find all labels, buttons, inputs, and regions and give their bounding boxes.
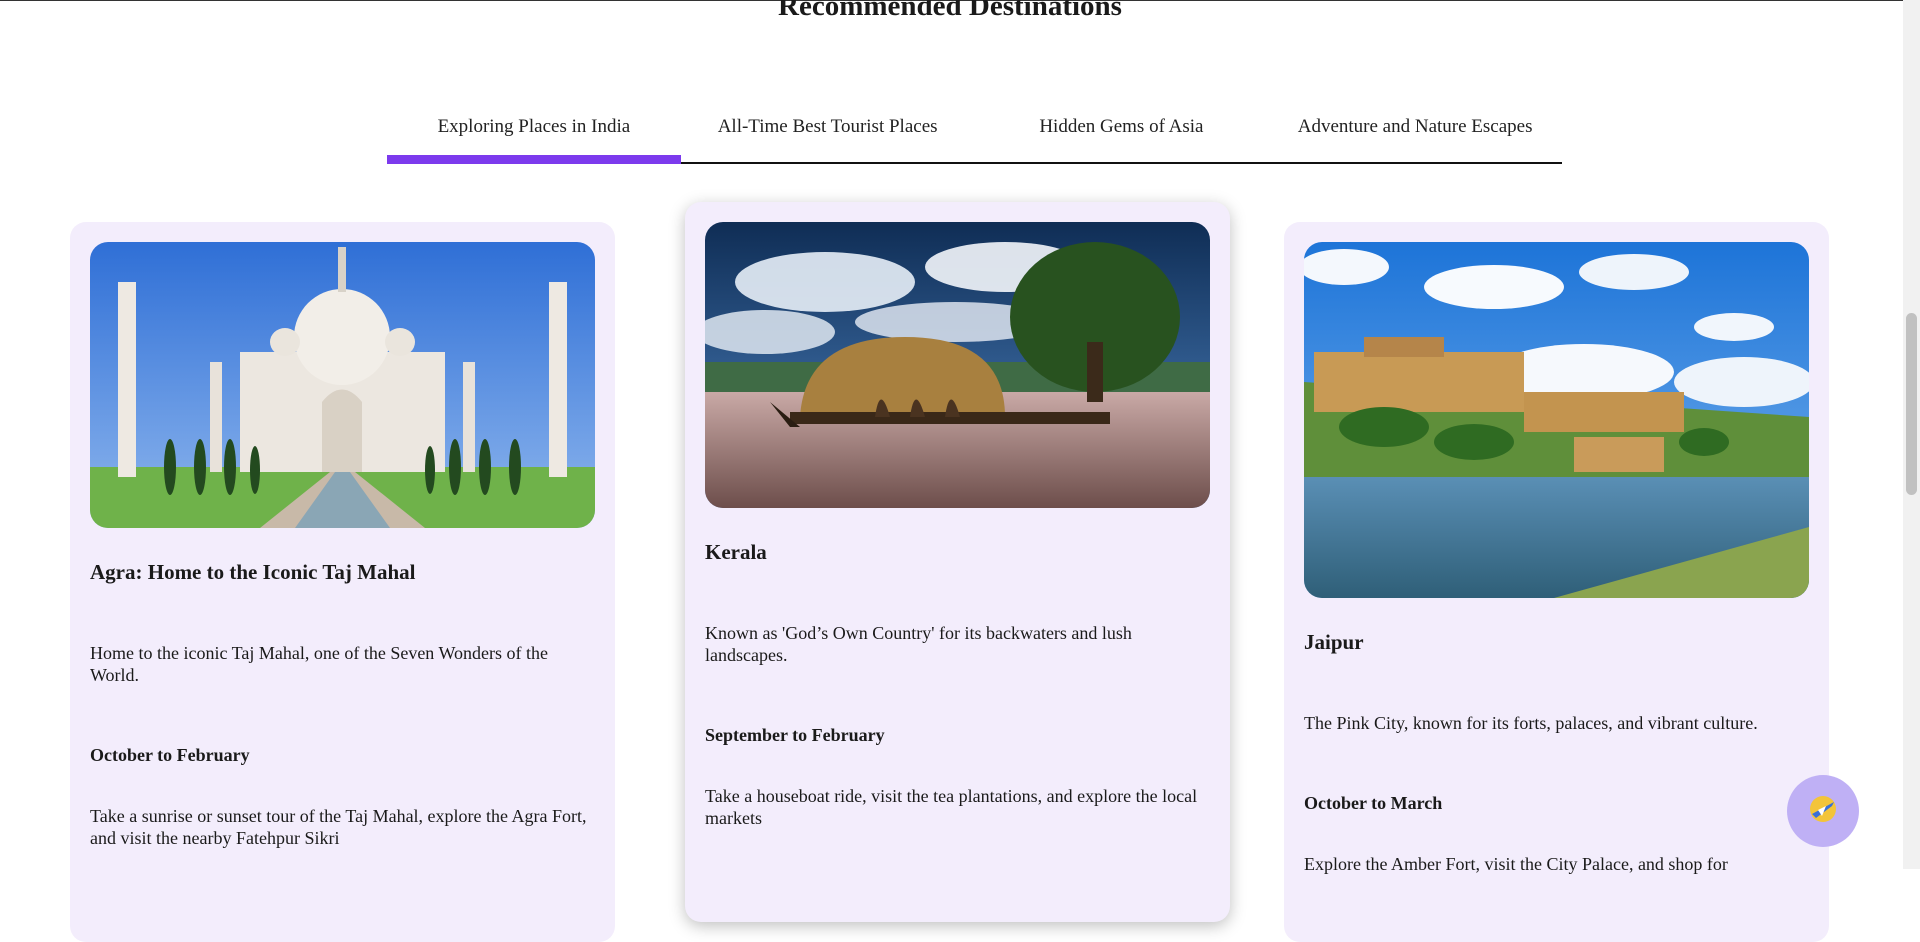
card-best-season: October to February — [90, 745, 250, 765]
card-activities: Explore the Amber Fort, visit the City P… — [1304, 854, 1728, 874]
card-title: Agra: Home to the Iconic Taj Mahal — [90, 560, 416, 584]
travel-assistant-button[interactable] — [1787, 775, 1859, 847]
taj-mahal-photo — [90, 242, 595, 528]
card-title: Kerala — [705, 540, 767, 564]
card-best-season: October to March — [1304, 793, 1443, 813]
tab-exploring-places-in-india[interactable]: Exploring Places in India — [387, 92, 681, 164]
destination-tabs: Exploring Places in India All-Time Best … — [387, 92, 1562, 164]
scrollbar-thumb[interactable] — [1906, 313, 1917, 495]
tab-hidden-gems-of-asia[interactable]: Hidden Gems of Asia — [975, 92, 1269, 162]
card-activities: Take a sunrise or sunset tour of the Taj… — [90, 806, 587, 848]
card-best-season: September to February — [705, 725, 885, 745]
vertical-scrollbar[interactable] — [1903, 0, 1920, 869]
houseboat-photo — [705, 222, 1210, 508]
card-description: The Pink City, known for its forts, pala… — [1304, 713, 1758, 733]
amber-fort-photo — [1304, 242, 1809, 598]
destination-card-kerala[interactable]: Kerala Known as 'God’s Own Country' for … — [685, 202, 1230, 922]
card-description: Known as 'God’s Own Country' for its bac… — [705, 623, 1132, 665]
card-title: Jaipur — [1304, 630, 1364, 654]
card-activities: Take a houseboat ride, visit the tea pla… — [705, 786, 1198, 828]
card-description: Home to the iconic Taj Mahal, one of the… — [90, 643, 549, 685]
section-title: Recommended Destinations — [778, 0, 1122, 22]
tab-adventure-and-nature-escapes[interactable]: Adventure and Nature Escapes — [1268, 92, 1562, 162]
tab-all-time-best-tourist-places[interactable]: All-Time Best Tourist Places — [681, 92, 975, 162]
destination-card-agra[interactable]: Agra: Home to the Iconic Taj Mahal Home … — [70, 222, 615, 942]
travel-icon — [1806, 792, 1840, 831]
destination-card-jaipur[interactable]: Jaipur The Pink City, known for its fort… — [1284, 222, 1829, 942]
